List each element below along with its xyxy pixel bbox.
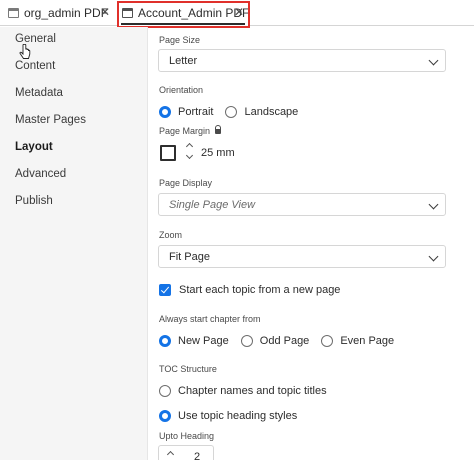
tab-label: org_admin PDF — [24, 6, 109, 20]
zoom-label: Zoom — [159, 230, 183, 240]
toc-structure-label: TOC Structure — [159, 364, 217, 374]
sidebar-item-publish[interactable]: Publish — [15, 195, 53, 207]
window-icon — [8, 8, 19, 18]
chapter-start-label: Always start chapter from — [159, 314, 261, 324]
window-icon — [122, 8, 133, 18]
sidebar-item-layout[interactable]: Layout — [15, 141, 53, 153]
sidebar-item-master-pages[interactable]: Master Pages — [15, 114, 86, 126]
hand-cursor-icon — [19, 44, 31, 59]
margin-preview-icon[interactable] — [160, 145, 176, 161]
checkbox-label: Start each topic from a new page — [179, 284, 341, 296]
sidebar-item-advanced[interactable]: Advanced — [15, 168, 66, 180]
zoom-value: Fit Page — [169, 250, 210, 263]
radio-label: Portrait — [178, 106, 214, 118]
landscape-radio[interactable]: Landscape — [225, 106, 298, 118]
page-margin-value[interactable]: 25 mm — [201, 147, 235, 159]
toc-heading-styles-radio[interactable]: Use topic heading styles — [159, 410, 297, 422]
page-display-label: Page Display — [159, 178, 213, 188]
tab-bar: org_admin PDF ✕ Account_Admin PDF ✕ — [0, 0, 474, 28]
layout-panel: Page Size Letter Orientation Portrait La… — [148, 27, 474, 460]
chevron-down-icon — [428, 251, 439, 262]
sidebar-item-metadata[interactable]: Metadata — [15, 87, 63, 99]
orientation-label: Orientation — [159, 85, 204, 95]
radio-label: Odd Page — [259, 335, 310, 347]
radio-icon — [159, 385, 171, 397]
radio-label: New Page — [178, 335, 229, 347]
lock-icon[interactable] — [215, 125, 222, 134]
page-display-placeholder: Single Page View — [169, 198, 256, 211]
new-page-radio[interactable]: New Page — [159, 335, 229, 347]
radio-selected-icon — [159, 335, 171, 347]
page-display-select[interactable]: Single Page View — [158, 193, 446, 216]
chevron-down-icon — [428, 55, 439, 66]
radio-selected-icon — [159, 106, 171, 118]
radio-icon — [321, 335, 334, 347]
orientation-radio-group: Portrait Landscape — [159, 106, 310, 118]
radio-icon — [225, 106, 238, 118]
checkbox-checked-icon[interactable] — [159, 284, 171, 296]
active-tab-indicator — [121, 23, 245, 25]
margin-stepper[interactable] — [185, 140, 196, 164]
radio-label: Landscape — [244, 106, 299, 118]
page-size-select[interactable]: Letter — [158, 49, 446, 72]
sidebar: General Content Metadata Master Pages La… — [0, 27, 148, 460]
odd-page-radio[interactable]: Odd Page — [240, 335, 310, 347]
toc-chapter-names-radio[interactable]: Chapter names and topic titles — [159, 385, 327, 397]
radio-selected-icon — [159, 410, 171, 422]
close-icon[interactable]: ✕ — [234, 5, 244, 19]
close-icon[interactable]: ✕ — [100, 5, 110, 19]
tab-org-admin-pdf[interactable]: org_admin PDF ✕ — [0, 0, 116, 26]
tab-label: Account_Admin PDF — [138, 6, 250, 20]
even-page-radio[interactable]: Even Page — [321, 335, 394, 347]
page-size-label: Page Size — [159, 35, 201, 45]
chapter-start-radio-group: New Page Odd Page Even Page — [159, 335, 406, 347]
zoom-select[interactable]: Fit Page — [158, 245, 446, 268]
chevron-up-icon[interactable] — [166, 450, 175, 459]
upto-heading-value[interactable]: 2 — [194, 451, 200, 460]
chevron-down-icon[interactable] — [185, 151, 194, 160]
chevron-up-icon[interactable] — [185, 142, 194, 151]
new-page-checkbox[interactable]: Start each topic from a new page — [159, 284, 340, 296]
page-margin-label-text: Page Margin — [159, 126, 211, 136]
radio-icon — [240, 335, 253, 347]
page-size-value: Letter — [169, 54, 198, 67]
radio-label: Even Page — [340, 335, 395, 347]
portrait-radio[interactable]: Portrait — [159, 106, 213, 118]
radio-label: Chapter names and topic titles — [178, 385, 327, 397]
upto-heading-stepper[interactable]: 2 — [158, 445, 214, 460]
radio-label: Use topic heading styles — [178, 410, 298, 422]
upto-heading-label: Upto Heading — [159, 431, 215, 441]
page-margin-label: Page Margin — [159, 125, 222, 136]
chevron-down-icon — [428, 199, 439, 210]
